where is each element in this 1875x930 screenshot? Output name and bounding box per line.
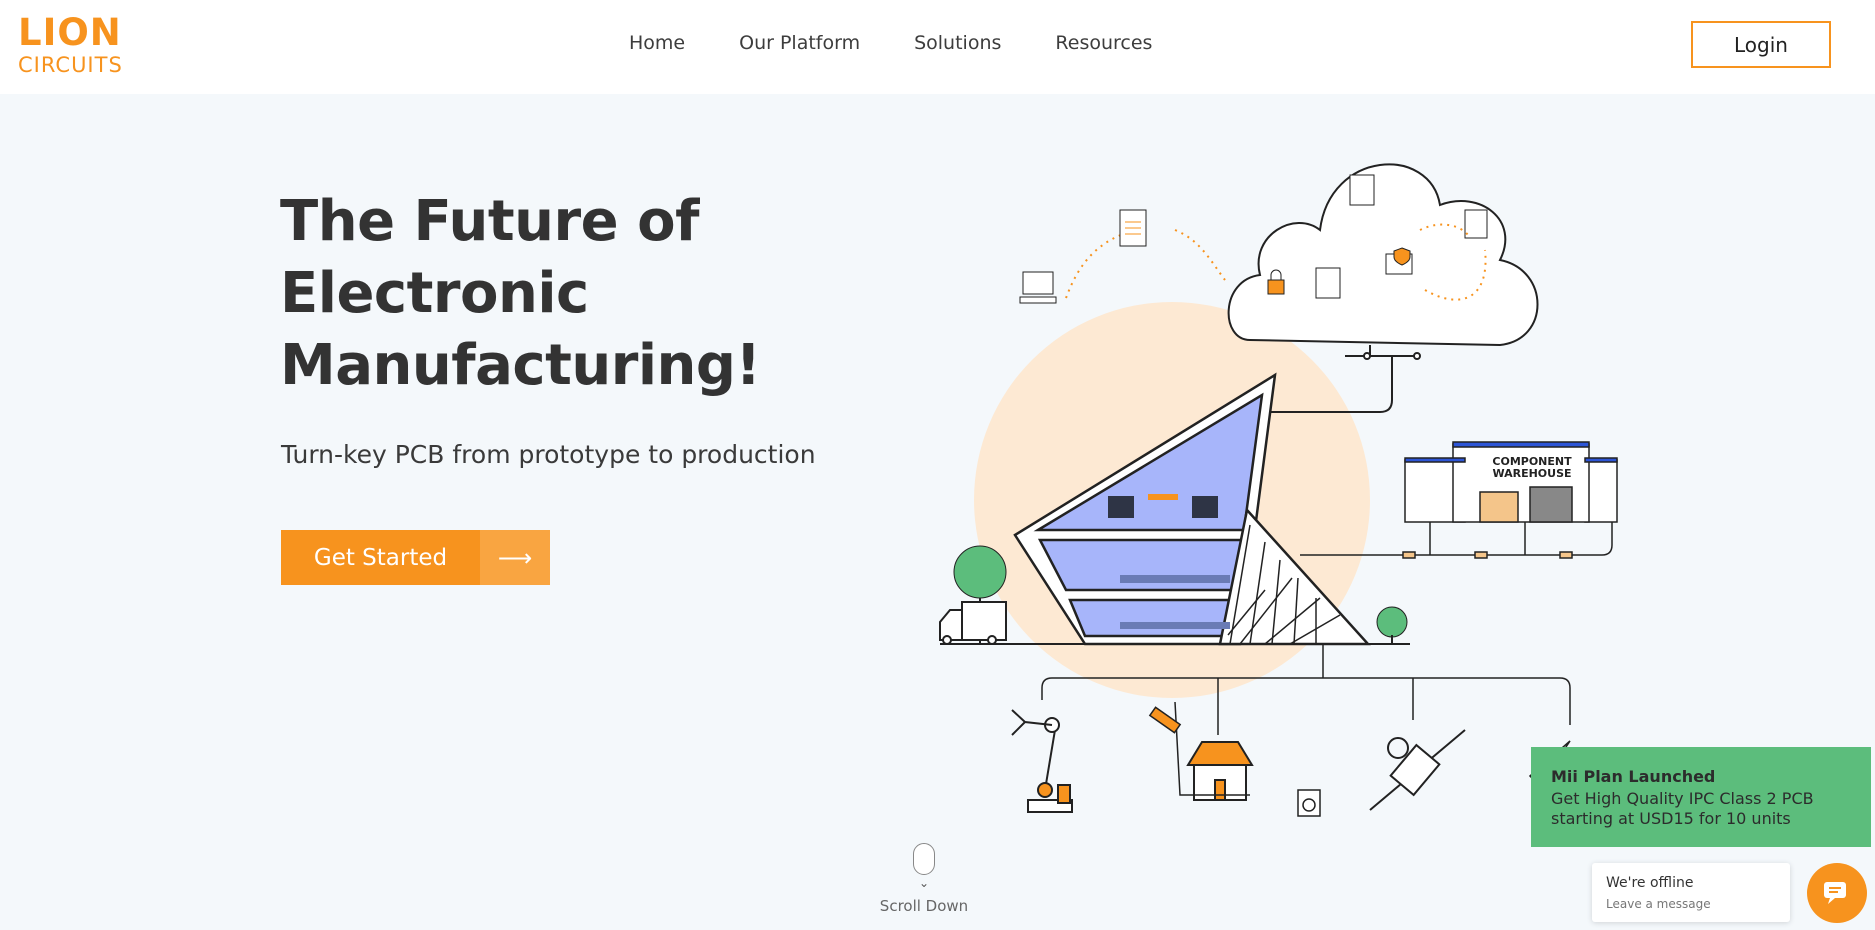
scroll-down[interactable]: ⌄ Scroll Down: [870, 843, 978, 923]
invoice-icon: [1315, 267, 1341, 299]
scroll-down-label: Scroll Down: [879, 897, 969, 915]
get-started-button[interactable]: Get Started ⟶: [281, 530, 550, 585]
arrow-right-icon: ⟶: [480, 530, 550, 585]
chat-subtitle: Leave a message: [1606, 897, 1711, 911]
washing-machine-icon: [1297, 789, 1321, 817]
robot-arm-icon: [1011, 709, 1073, 813]
nav-resources[interactable]: Resources: [1055, 32, 1152, 54]
cloud-icon: [1227, 163, 1539, 347]
mouse-icon: [913, 843, 935, 875]
manufacturing-illustration: COMPONENT WAREHOUSE: [939, 163, 1618, 817]
promo-banner[interactable]: Mii Plan Launched Get High Quality IPC C…: [1531, 747, 1871, 847]
chat-bubble-icon: [1824, 882, 1846, 904]
nav-solutions[interactable]: Solutions: [914, 32, 1001, 54]
lion-circuits-logo[interactable]: LION CIRCUITS: [18, 14, 133, 80]
login-button[interactable]: Login: [1691, 21, 1831, 68]
nav-our-platform[interactable]: Our Platform: [739, 32, 860, 54]
logo-text-lion: LION: [18, 11, 122, 54]
chat-title: We're offline: [1606, 875, 1694, 891]
main-nav: Home Our Platform Solutions Resources: [629, 32, 1206, 54]
satellite-icon: [1369, 729, 1466, 811]
warehouse-icon: [1404, 441, 1618, 523]
small-tree-icon: [1376, 606, 1408, 644]
chat-status-box[interactable]: We're offline Leave a message: [1592, 863, 1790, 922]
promo-text: Get High Quality IPC Class 2 PCB startin…: [1551, 789, 1814, 828]
hero-subtitle: Turn-key PCB from prototype to productio…: [281, 440, 816, 469]
nav-home[interactable]: Home: [629, 32, 685, 54]
get-started-label: Get Started: [281, 530, 480, 585]
circuit-doc-icon: [1349, 174, 1375, 206]
house-icon: [1186, 741, 1254, 801]
document-icon: [1119, 209, 1147, 247]
truck-icon: [939, 601, 1007, 645]
warehouse-sign-line2: WAREHOUSE: [1492, 467, 1571, 480]
promo-title: Mii Plan Launched: [1551, 767, 1716, 786]
site-header: LION CIRCUITS Home Our Platform Solution…: [0, 0, 1875, 94]
chevron-down-icon: ⌄: [918, 876, 930, 890]
chat-button[interactable]: [1807, 863, 1867, 923]
computer-icon: [1019, 271, 1057, 304]
version-doc-icon: [1464, 209, 1488, 239]
logo-text-circuits: CIRCUITS: [18, 53, 123, 77]
hero-title: The Future of Electronic Manufacturing!: [280, 189, 761, 398]
